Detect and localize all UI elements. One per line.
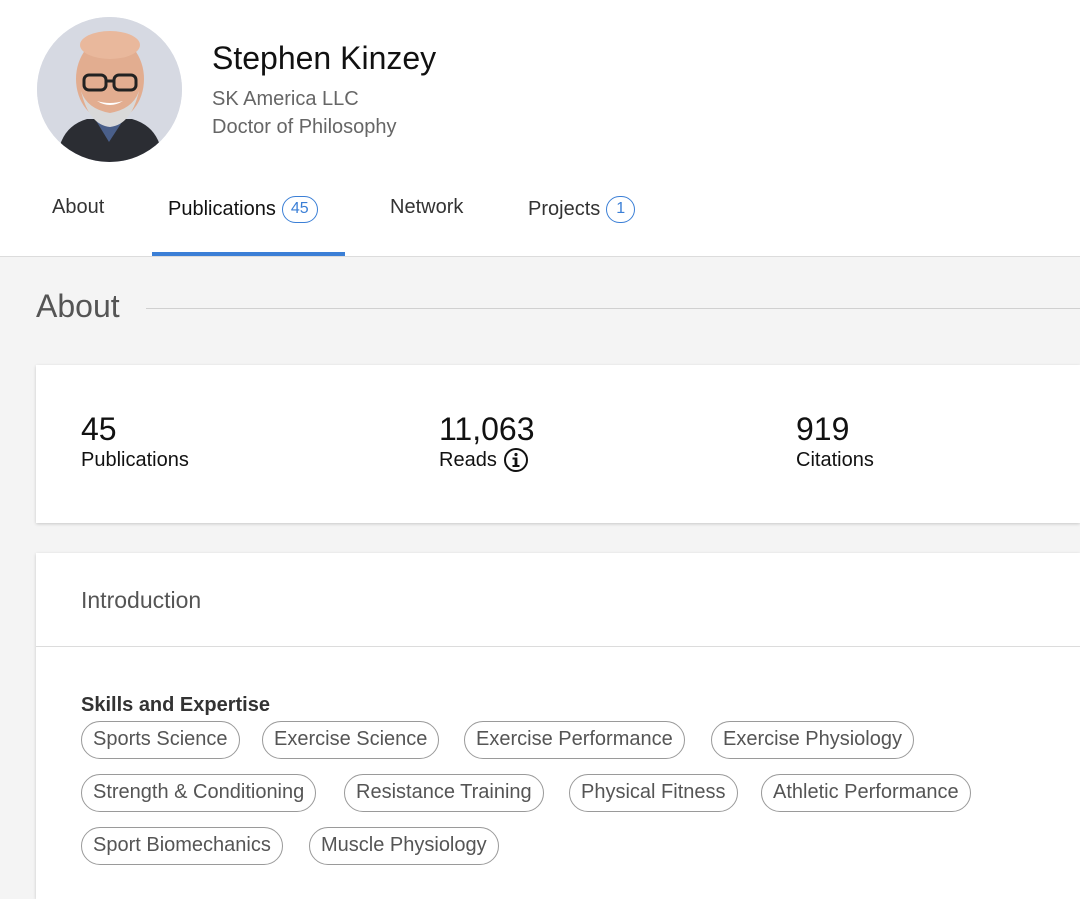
- tab-about-label: About: [52, 196, 105, 218]
- skill-chip[interactable]: Sports Science: [81, 721, 240, 759]
- stat-citations-label: Citations: [796, 447, 874, 473]
- skill-chip[interactable]: Athletic Performance: [761, 774, 971, 812]
- tab-network-label: Network: [390, 196, 464, 218]
- profile-header: Stephen Kinzey SK America LLC Doctor of …: [0, 0, 1080, 257]
- skill-chip[interactable]: Resistance Training: [344, 774, 544, 812]
- stat-citations[interactable]: 919 Citations: [796, 411, 874, 473]
- stat-publications-label: Publications: [81, 447, 189, 473]
- profile-name: Stephen Kinzey: [212, 40, 437, 76]
- stat-reads-label: Reads: [439, 447, 535, 473]
- skill-chip[interactable]: Exercise Physiology: [711, 721, 914, 759]
- skill-chip[interactable]: Strength & Conditioning: [81, 774, 317, 812]
- section-divider: [146, 308, 1080, 309]
- introduction-title: Introduction: [81, 587, 202, 613]
- info-icon[interactable]: [503, 447, 529, 473]
- projects-count-badge: 1: [606, 196, 636, 223]
- stats-card: 45 Publications 11,063 Reads 919 Citatio…: [36, 365, 1080, 523]
- tab-publications-label: Publications: [168, 198, 276, 220]
- stat-citations-value: 919: [796, 411, 850, 447]
- tab-about[interactable]: About: [52, 196, 104, 219]
- tab-projects[interactable]: Projects 1: [528, 196, 636, 223]
- stat-reads: 11,063 Reads: [439, 411, 535, 473]
- skill-chip[interactable]: Muscle Physiology: [309, 827, 499, 865]
- stat-reads-value: 11,063: [439, 411, 535, 447]
- section-title-about: About: [36, 288, 120, 324]
- stat-citations-label-text: Citations: [796, 449, 874, 471]
- introduction-card: Introduction Skills and Expertise Sports…: [36, 553, 1080, 899]
- profile-affiliation[interactable]: SK America LLC: [212, 88, 359, 111]
- profile-degree: Doctor of Philosophy: [212, 116, 397, 138]
- active-tab-indicator: [152, 252, 345, 256]
- avatar[interactable]: [37, 17, 182, 162]
- skill-chip[interactable]: Exercise Performance: [464, 721, 685, 759]
- publications-count-badge: 45: [281, 196, 318, 223]
- skill-chip[interactable]: Physical Fitness: [569, 774, 738, 812]
- skill-chip[interactable]: Sport Biomechanics: [81, 827, 283, 865]
- tab-network[interactable]: Network: [390, 196, 463, 219]
- skills-heading: Skills and Expertise: [81, 694, 270, 716]
- stat-publications[interactable]: 45 Publications: [81, 411, 189, 473]
- stat-publications-label-text: Publications: [81, 449, 189, 471]
- skill-chip[interactable]: Exercise Science: [262, 721, 440, 759]
- tab-publications[interactable]: Publications 45: [168, 196, 318, 223]
- stat-reads-label-text: Reads: [439, 449, 497, 471]
- stat-publications-value: 45: [81, 411, 117, 447]
- introduction-divider: [36, 646, 1080, 647]
- user-photo-icon: [37, 17, 182, 162]
- tab-projects-label: Projects: [528, 198, 601, 220]
